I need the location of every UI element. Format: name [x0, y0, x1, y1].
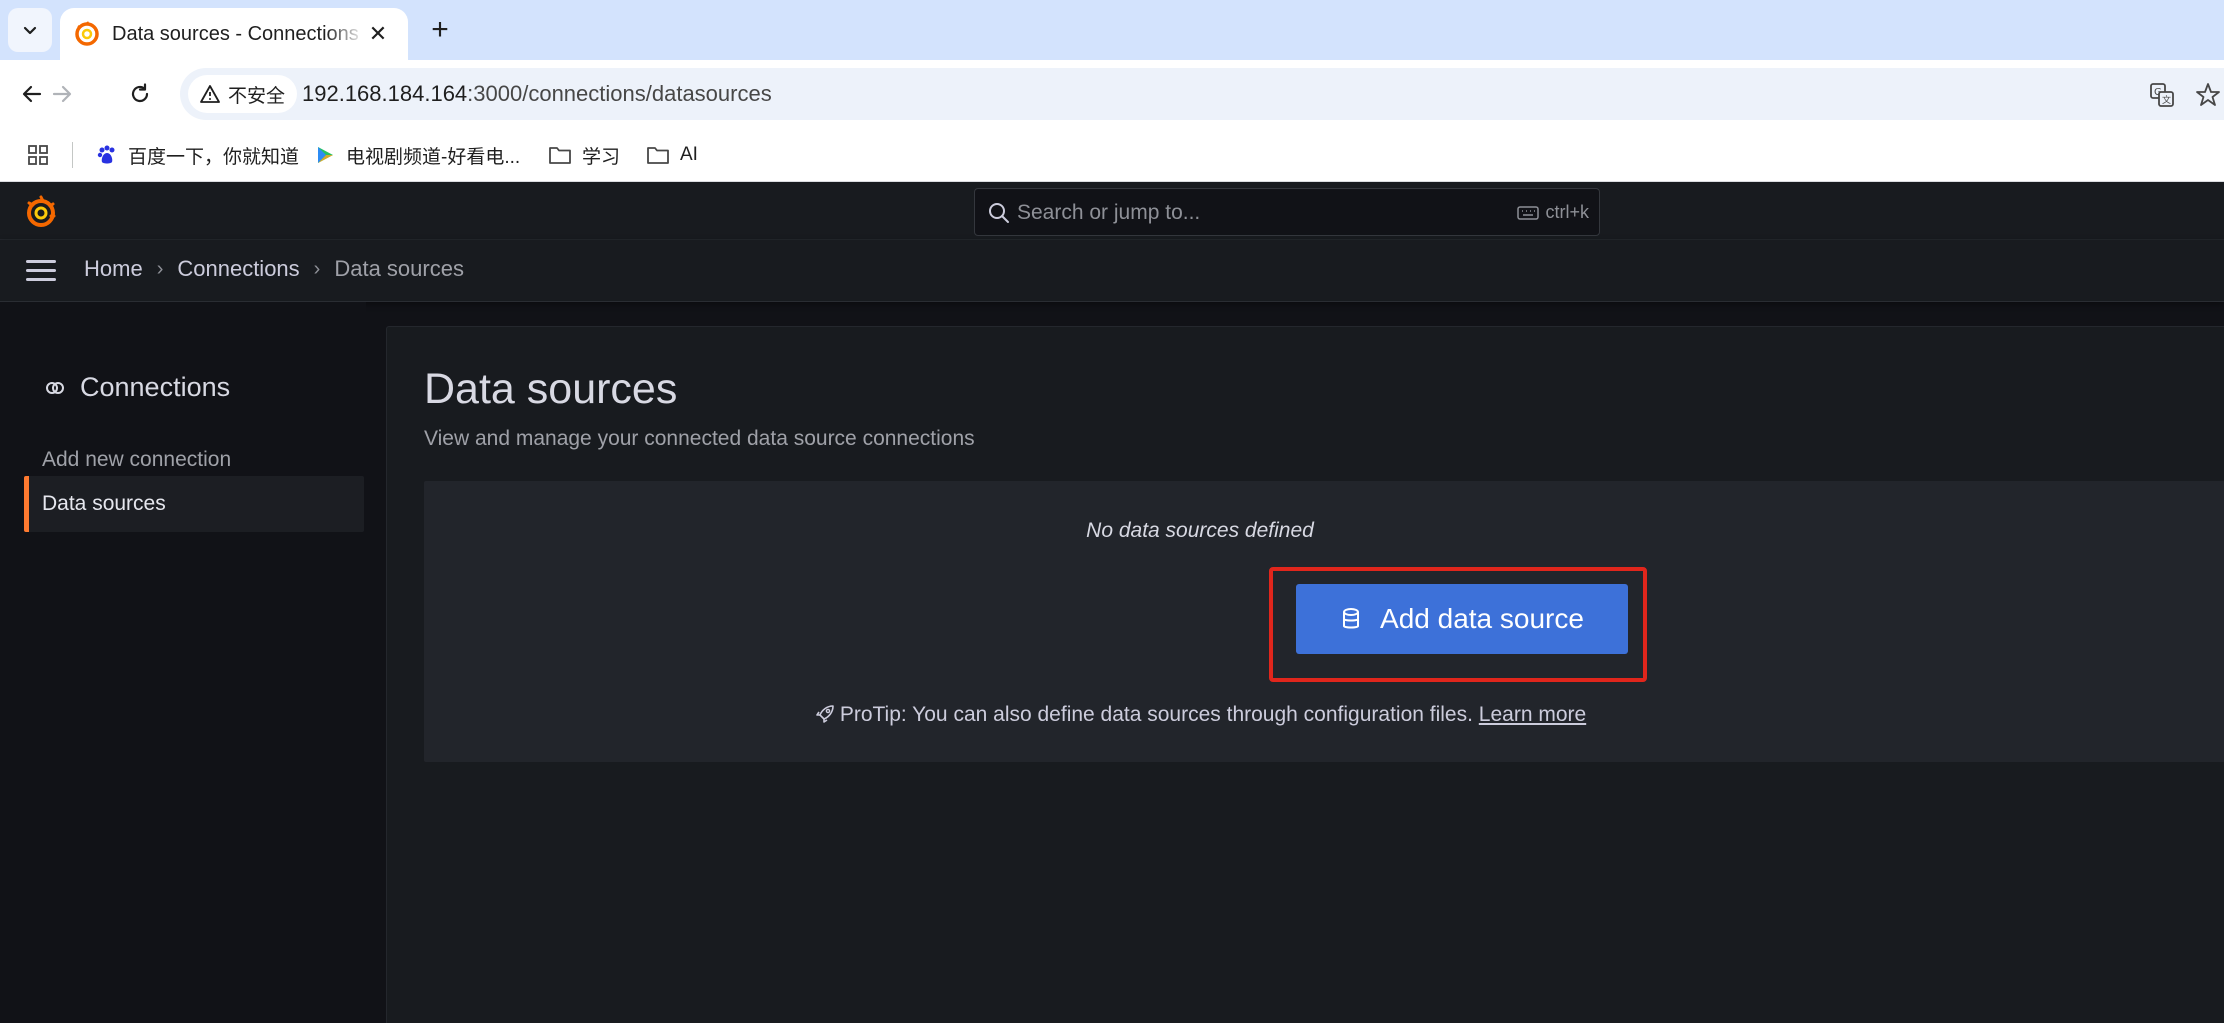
protip: ProTip: You can also define data sources… — [424, 703, 1976, 727]
empty-state-message: No data sources defined — [1086, 519, 1314, 542]
tab-search-button[interactable] — [8, 8, 52, 52]
breadcrumb-separator: › — [313, 257, 321, 280]
menu-toggle-icon[interactable] — [26, 260, 56, 282]
url-host: 192.168.184.164 — [302, 81, 468, 106]
page-title: Data sources — [424, 365, 678, 413]
star-icon — [2196, 83, 2220, 106]
reload-icon — [131, 83, 149, 103]
address-bar[interactable]: 不安全 192.168.184.164:3000/connections/dat… — [180, 68, 2224, 120]
security-indicator[interactable]: 不安全 — [188, 75, 298, 113]
section-sidebar: Connections Add new connection Data sour… — [0, 302, 366, 1023]
warning-triangle-icon — [200, 85, 220, 103]
highlight-annotation-frame — [1269, 567, 1647, 682]
video-play-icon — [318, 147, 333, 163]
breadcrumb-connections[interactable]: Connections — [177, 256, 299, 282]
bookmark-item[interactable]: 百度一下，你就知道 — [96, 140, 299, 170]
breadcrumb-separator: › — [156, 257, 164, 280]
browser-tab-active[interactable]: Data sources - Connections - Grafana ✕ — [60, 8, 408, 60]
url-text[interactable]: 192.168.184.164:3000/connections/datasou… — [302, 81, 772, 107]
bookmarks-divider — [72, 142, 73, 168]
grafana-logo-icon[interactable] — [24, 195, 58, 229]
baidu-icon — [97, 145, 115, 164]
keyboard-shortcut-hint: ctrl+k — [1517, 202, 1589, 223]
breadcrumb: Home › Connections › Data sources — [84, 256, 464, 282]
arrow-left-icon — [22, 85, 42, 103]
sidebar-title: Connections — [44, 372, 230, 403]
bookmark-star-button[interactable] — [2194, 81, 2222, 109]
breadcrumb-current: Data sources — [334, 256, 464, 281]
bookmark-item[interactable]: 电视剧频道-好看电... — [314, 140, 520, 170]
search-icon — [989, 203, 1009, 223]
security-label: 不安全 — [228, 85, 286, 107]
grafana-favicon-icon — [75, 21, 99, 46]
tab-title: Data sources - Connections - Grafana — [112, 22, 364, 45]
reload-button[interactable] — [120, 74, 160, 114]
sidebar-item-data-sources[interactable]: Data sources — [24, 476, 364, 532]
bookmark-folder[interactable]: 学习 — [548, 140, 620, 170]
svg-text:文: 文 — [2162, 94, 2171, 106]
chevron-down-icon — [23, 26, 37, 35]
rocket-icon — [816, 705, 834, 723]
shortcut-text: ctrl+k — [1545, 202, 1589, 222]
new-tab-button[interactable]: + — [422, 12, 458, 48]
top-nav: Search or jump to... ctrl+k — [0, 182, 2224, 240]
bookmark-label: 学习 — [582, 146, 621, 168]
browser-tab-bar: Data sources - Connections - Grafana ✕ + — [0, 0, 2224, 60]
bookmark-folder[interactable]: AI — [646, 140, 698, 170]
translate-button[interactable]: G文 — [2148, 81, 2176, 109]
browser-toolbar: 不安全 192.168.184.164:3000/connections/dat… — [0, 60, 2224, 128]
bookmark-label: 电视剧频道-好看电... — [346, 146, 521, 168]
bookmark-label: AI — [680, 144, 698, 165]
apps-grid-icon — [28, 145, 48, 165]
keyboard-icon — [1517, 205, 1540, 220]
sidebar-title-text: Connections — [80, 372, 231, 402]
forward-button[interactable] — [42, 74, 82, 114]
breadcrumb-home[interactable]: Home — [84, 256, 143, 282]
url-path: :3000/connections/datasources — [467, 81, 772, 106]
grafana-app: Search or jump to... ctrl+k Home › Conne… — [0, 182, 2224, 1023]
link-icon — [46, 381, 64, 394]
tab-close-icon[interactable]: ✕ — [364, 20, 392, 48]
page-subtitle: View and manage your connected data sour… — [424, 427, 975, 450]
apps-button[interactable] — [26, 140, 50, 170]
learn-more-link[interactable]: Learn more — [1479, 703, 1586, 726]
folder-icon — [549, 147, 571, 164]
search-input[interactable]: Search or jump to... ctrl+k — [974, 188, 1600, 236]
breadcrumb-bar: Home › Connections › Data sources — [0, 240, 2224, 302]
folder-icon — [647, 147, 669, 164]
translate-icon: G文 — [2150, 83, 2174, 107]
search-placeholder: Search or jump to... — [1017, 201, 1201, 224]
bookmarks-bar: 百度一下，你就知道 电视剧频道-好看电... 学习 AI — [0, 128, 2224, 182]
bookmark-label: 百度一下，你就知道 — [128, 146, 300, 168]
protip-text: ProTip: You can also define data sources… — [839, 703, 1473, 726]
arrow-right-icon — [52, 85, 72, 103]
